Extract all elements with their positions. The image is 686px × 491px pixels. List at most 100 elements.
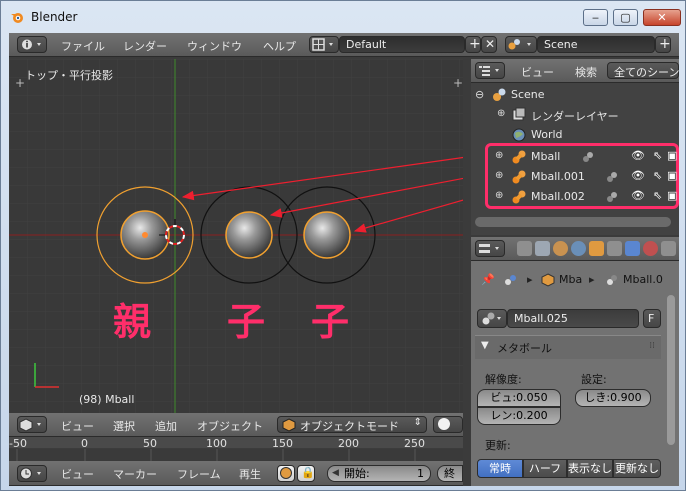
update-mode-always[interactable]: 常時 <box>477 459 523 478</box>
timeline-menu-playback[interactable]: 再生 <box>239 466 261 482</box>
expand-icon[interactable]: ⊕ <box>495 190 503 201</box>
outliner-scrollbar[interactable] <box>475 217 671 227</box>
tree-row-render-layers[interactable]: ⊕ レンダーレイヤー <box>471 105 679 125</box>
properties-editor-type[interactable] <box>475 240 505 257</box>
timeline-tick: -50 <box>9 437 27 450</box>
drag-handle-icon[interactable]: ⁞⁞ <box>649 341 655 351</box>
render-layers-tab-icon[interactable] <box>535 241 550 256</box>
view-resolution-field[interactable]: ビュ:0.050 <box>477 389 561 407</box>
camera-render-icon[interactable]: ▣ <box>667 169 677 182</box>
metaball-data-tab-icon[interactable] <box>625 241 640 256</box>
render-tab-icon[interactable] <box>517 241 532 256</box>
scene-add-button[interactable]: + <box>655 36 671 53</box>
viewport-menu-select[interactable]: 選択 <box>113 418 135 434</box>
tree-label-scene: Scene <box>511 88 545 101</box>
viewport-canvas[interactable]: + + <box>9 59 463 413</box>
update-mode-never-label: 更新なし <box>615 462 659 475</box>
tree-row-mball-002[interactable]: ⊕ Mball.002 👁 ⇖ ▣ <box>471 187 679 207</box>
viewport-editor-type[interactable] <box>17 416 47 433</box>
camera-render-icon[interactable]: ▣ <box>667 149 677 162</box>
tree-row-mball-001[interactable]: ⊕ Mball.001 👁 ⇖ ▣ <box>471 167 679 187</box>
world-tab-icon[interactable] <box>571 241 586 256</box>
menu-file[interactable]: ファイル <box>61 38 105 54</box>
constraints-tab-icon[interactable] <box>607 241 622 256</box>
scene-icon <box>508 39 531 50</box>
properties-header <box>471 237 679 261</box>
scene-name-field[interactable]: Scene <box>537 36 655 53</box>
tree-row-scene[interactable]: ⊖ Scene <box>471 85 679 105</box>
minimize-button[interactable]: ‒ <box>583 9 608 26</box>
expand-icon[interactable]: ⊕ <box>497 108 505 119</box>
screen-layout-icon <box>312 38 333 51</box>
timeline-editor-type[interactable] <box>17 465 47 482</box>
maximize-button[interactable]: ▢ <box>613 9 638 26</box>
viewport-menu-view[interactable]: ビュー <box>61 418 94 434</box>
object-tab-icon[interactable] <box>589 241 604 256</box>
update-mode-never[interactable]: 更新なし <box>613 459 661 478</box>
timeline-scale[interactable]: -50 0 50 100 150 200 250 <box>9 437 463 461</box>
eye-icon[interactable]: 👁 <box>631 169 645 182</box>
collapse-icon[interactable]: ⊖ <box>475 88 484 101</box>
metaball-data-icon <box>505 275 516 285</box>
properties-scrollbar[interactable] <box>667 295 675 445</box>
start-frame-value: 1 <box>417 467 424 480</box>
fake-user-button[interactable]: F <box>643 309 661 328</box>
texture-tab-icon[interactable] <box>661 241 676 256</box>
layout-browse-button[interactable] <box>309 36 339 53</box>
preview-range-button[interactable] <box>277 465 295 482</box>
layout-name-field[interactable]: Default <box>339 36 465 53</box>
fake-user-label: F <box>648 312 655 325</box>
camera-render-icon[interactable]: ▣ <box>667 189 677 202</box>
timeline-menu-view[interactable]: ビュー <box>61 466 94 482</box>
viewport-shading-button[interactable] <box>433 416 463 433</box>
viewport-menu-object[interactable]: オブジェクト <box>197 418 263 434</box>
lock-range-button[interactable]: 🔒 <box>297 465 315 482</box>
3d-viewport[interactable]: + + トップ・平行投影 親 子 子 (98) Mball <box>9 59 463 413</box>
datablock-name-field[interactable]: Mball.025 <box>507 309 639 328</box>
plus-icon[interactable]: + <box>453 76 463 90</box>
info-icon <box>22 39 41 50</box>
close-button[interactable]: ✕ <box>643 9 681 26</box>
metaball-panel-header[interactable]: ▼ メタボール ⁞⁞ <box>475 335 661 359</box>
tree-row-world[interactable]: World <box>471 125 679 145</box>
layout-add-button[interactable]: + <box>465 36 481 53</box>
threshold-field[interactable]: しき:0.900 <box>575 389 651 407</box>
outliner-menu-search[interactable]: 検索 <box>575 64 597 80</box>
expand-icon[interactable]: ⊕ <box>495 150 503 161</box>
minimize-icon: ‒ <box>592 11 599 24</box>
cursor-select-icon[interactable]: ⇖ <box>653 189 662 202</box>
outliner-editor-type[interactable] <box>475 62 505 79</box>
scene-tab-icon[interactable] <box>553 241 568 256</box>
timeline-menu-marker[interactable]: マーカー <box>113 466 157 482</box>
pin-icon[interactable]: 📌 <box>481 273 495 286</box>
maximize-icon: ▢ <box>620 11 631 24</box>
outliner-menu-view[interactable]: ビュー <box>521 64 554 80</box>
update-mode-fast[interactable]: 表示なし <box>567 459 613 478</box>
tree-row-mball[interactable]: ⊕ Mball 👁 ⇖ ▣ <box>471 147 679 167</box>
render-resolution-field[interactable]: レン:0.200 <box>477 407 561 425</box>
cursor-select-icon[interactable]: ⇖ <box>653 169 662 182</box>
material-tab-icon[interactable] <box>643 241 658 256</box>
update-mode-half[interactable]: ハーフ <box>523 459 567 478</box>
layout-delete-button[interactable]: ✕ <box>481 36 497 53</box>
editor-type-button[interactable] <box>17 36 47 53</box>
menu-render[interactable]: レンダー <box>123 38 167 54</box>
end-frame-field[interactable]: 終 <box>437 465 463 482</box>
mode-label: オブジェクトモード <box>300 420 399 433</box>
plus-icon[interactable]: + <box>15 76 25 90</box>
timeline-header: ビュー マーカー フレーム 再生 🔒 ◀ 開始: 1 終 <box>9 461 463 486</box>
metaball-data-icon <box>482 312 501 325</box>
datablock-browse-button[interactable] <box>477 309 507 328</box>
eye-icon[interactable]: 👁 <box>631 149 645 162</box>
start-frame-field[interactable]: ◀ 開始: 1 <box>327 465 431 482</box>
expand-icon[interactable]: ⊕ <box>495 170 503 181</box>
eye-icon[interactable]: 👁 <box>631 189 645 202</box>
cursor-select-icon[interactable]: ⇖ <box>653 149 662 162</box>
mode-selector[interactable]: オブジェクトモード ⇕ <box>277 416 427 433</box>
viewport-menu-add[interactable]: 追加 <box>155 418 177 434</box>
outliner-display-mode[interactable]: 全てのシーン <box>607 62 679 79</box>
timeline-menu-frame[interactable]: フレーム <box>177 466 221 482</box>
menu-help[interactable]: ヘルプ <box>263 38 296 54</box>
scene-browse-button[interactable] <box>505 36 537 53</box>
menu-window[interactable]: ウィンドウ <box>187 38 242 54</box>
